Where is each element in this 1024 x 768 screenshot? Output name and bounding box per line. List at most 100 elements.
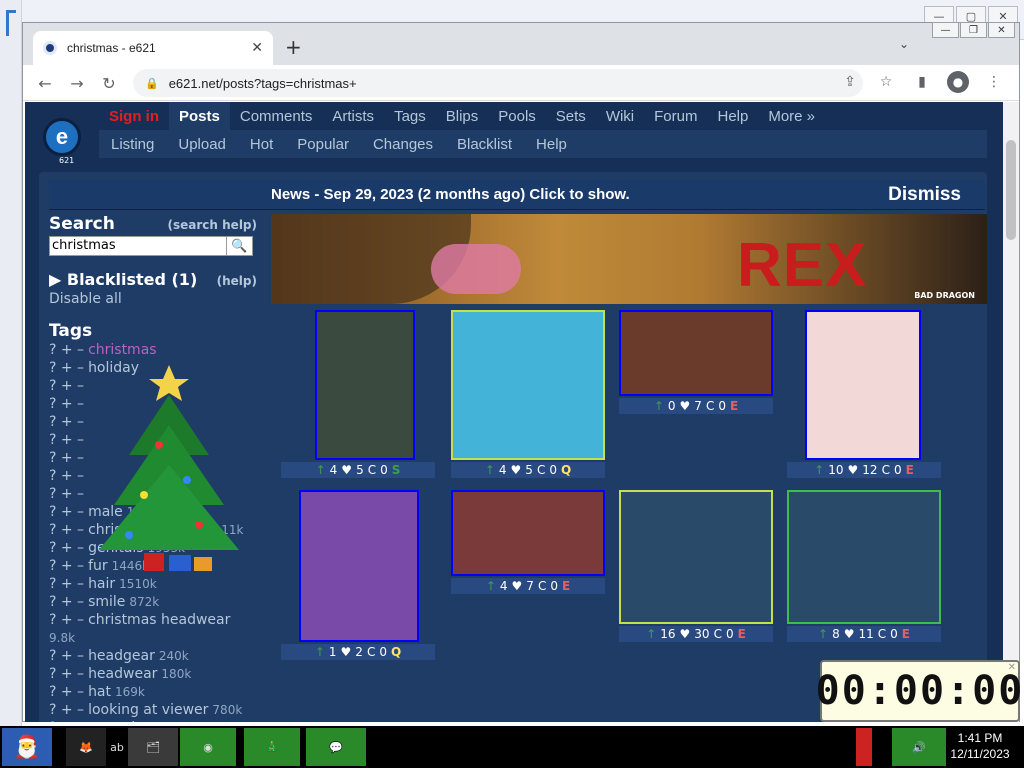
nav-blips[interactable]: Blips	[436, 102, 489, 130]
lock-icon[interactable]: 🔒	[145, 77, 159, 90]
minimize-icon[interactable]: —	[932, 22, 959, 38]
scrollbar-thumb[interactable]	[1006, 140, 1016, 240]
nav-artists[interactable]: Artists	[322, 102, 384, 130]
tag-name-link[interactable]: smile	[88, 594, 125, 610]
tag-actions[interactable]: ? + –	[49, 360, 84, 376]
post-thumbnail[interactable]: ↑ 8 ♥ 11 C 0 E	[787, 490, 941, 644]
address-bar[interactable]: 🔒 e621.net/posts?tags=christmas+	[133, 69, 863, 97]
e621-logo[interactable]: e 621	[39, 112, 89, 165]
tag-actions[interactable]: ? + –	[49, 522, 84, 538]
christmas-tree-app-icon[interactable]: 🎄	[244, 728, 300, 766]
post-image[interactable]	[619, 310, 773, 396]
profile-avatar-icon[interactable]: ●	[947, 71, 969, 93]
subnav-hot[interactable]: Hot	[238, 136, 285, 153]
subnav-upload[interactable]: Upload	[166, 136, 238, 153]
tag-name-link[interactable]: looking at viewer	[88, 702, 208, 718]
new-tab-icon[interactable]: +	[285, 35, 302, 59]
tag-actions[interactable]: ? + –	[49, 396, 84, 412]
restore-icon[interactable]: ❐	[960, 22, 987, 38]
subnav-changes[interactable]: Changes	[361, 136, 445, 153]
post-thumbnail[interactable]: ↑ 0 ♥ 7 C 0 E	[619, 310, 773, 416]
nav-wiki[interactable]: Wiki	[596, 102, 644, 130]
search-icon[interactable]: 🔍	[227, 236, 253, 256]
post-thumbnail[interactable]: ↑ 4 ♥ 5 C 0 Q	[451, 310, 605, 480]
page-scrollbar[interactable]	[1003, 102, 1019, 722]
nav-tags[interactable]: Tags	[384, 102, 436, 130]
dismiss-button[interactable]: Dismiss	[888, 184, 961, 206]
nav-pools[interactable]: Pools	[488, 102, 546, 130]
tag-actions[interactable]: ? + –	[49, 468, 84, 484]
reload-icon[interactable]: ↻	[97, 71, 121, 95]
tray-network-volume-icon[interactable]: 🔊	[892, 728, 946, 766]
file-explorer-icon[interactable]: 🗂	[128, 728, 178, 766]
tag-actions[interactable]: ? + –	[49, 648, 84, 664]
tag-name-link[interactable]: christmas headwear	[88, 612, 230, 628]
messenger-icon[interactable]: 💬	[306, 728, 366, 766]
subnav-blacklist[interactable]: Blacklist	[445, 136, 524, 153]
tag-actions[interactable]: ? + –	[49, 594, 84, 610]
post-thumbnail[interactable]: ↑ 4 ♥ 7 C 0 E	[451, 490, 605, 596]
subnav-popular[interactable]: Popular	[285, 136, 361, 153]
tab-search-chevron-icon[interactable]: ⌄	[899, 37, 909, 51]
timer-close-icon[interactable]: ✕	[1008, 662, 1016, 673]
tag-name-link[interactable]: hat	[88, 684, 111, 700]
post-image[interactable]	[315, 310, 415, 460]
bookmark-star-icon[interactable]: ☆	[875, 71, 897, 93]
tag-actions[interactable]: ? + –	[49, 540, 84, 556]
post-thumbnail[interactable]: ↑ 10 ♥ 12 C 0 E	[787, 310, 941, 480]
chrome-icon[interactable]: ◉	[180, 728, 236, 766]
tray-red-icon[interactable]	[856, 728, 872, 766]
post-thumbnail[interactable]: ↑ 16 ♥ 30 C 0 E	[619, 490, 773, 644]
post-image[interactable]	[787, 490, 941, 624]
tag-actions[interactable]: ? + –	[49, 450, 84, 466]
post-thumbnail[interactable]: ↑ 4 ♥ 5 C 0 S	[281, 310, 435, 480]
share-icon[interactable]: ⇪	[839, 71, 861, 93]
post-image[interactable]	[451, 310, 605, 460]
tag-actions[interactable]: ? + –	[49, 504, 84, 520]
search-input[interactable]: christmas	[49, 236, 227, 256]
tag-actions[interactable]: ? + –	[49, 720, 84, 722]
tag-actions[interactable]: ? + –	[49, 702, 84, 718]
search-help-link[interactable]: (search help)	[168, 218, 257, 232]
timer-widget[interactable]: 00:00:00 ✕	[816, 660, 1022, 722]
tag-actions[interactable]: ? + –	[49, 432, 84, 448]
tag-actions[interactable]: ? + –	[49, 486, 84, 502]
tag-name-link[interactable]: headwear	[88, 666, 157, 682]
taskbar-clock[interactable]: 1:41 PM 12/11/2023	[940, 730, 1020, 762]
nav-posts[interactable]: Posts	[169, 102, 230, 130]
post-thumbnail[interactable]: ↑ 1 ♥ 2 C 0 Q	[281, 490, 435, 662]
menu-kebab-icon[interactable]: ⋮	[983, 71, 1005, 93]
start-button-santa-icon[interactable]: 🎅	[2, 728, 52, 766]
tab-close-icon[interactable]: ✕	[251, 40, 263, 56]
nav-forum[interactable]: Forum	[644, 102, 707, 130]
nav-sign-in[interactable]: Sign in	[99, 102, 169, 130]
subnav-help[interactable]: Help	[524, 136, 579, 153]
tag-name-link[interactable]: santa hat	[88, 720, 154, 722]
tag-actions[interactable]: ? + –	[49, 684, 84, 700]
news-text[interactable]: News - Sep 29, 2023 (2 months ago) Click…	[271, 186, 630, 203]
tag-actions[interactable]: ? + –	[49, 666, 84, 682]
nav-sets[interactable]: Sets	[546, 102, 596, 130]
firefox-icon[interactable]: 🦊	[66, 728, 106, 766]
forward-arrow-icon[interactable]: →	[65, 71, 89, 95]
disable-all-link[interactable]: Disable all	[49, 291, 257, 307]
nav-help[interactable]: Help	[707, 102, 758, 130]
close-icon[interactable]: ✕	[988, 22, 1015, 38]
tag-actions[interactable]: ? + –	[49, 414, 84, 430]
tag-actions[interactable]: ? + –	[49, 342, 84, 358]
tag-actions[interactable]: ? + –	[49, 612, 84, 628]
post-image[interactable]	[299, 490, 419, 642]
ad-banner[interactable]: REX BAD DRAGON	[271, 214, 987, 304]
side-panel-icon[interactable]: ▮	[911, 71, 933, 93]
tag-actions[interactable]: ? + –	[49, 576, 84, 592]
tab-christmas[interactable]: christmas - e621 ✕	[33, 31, 273, 65]
back-arrow-icon[interactable]: ←	[33, 71, 57, 95]
nav-more[interactable]: More »	[758, 102, 825, 130]
news-bar[interactable]: News - Sep 29, 2023 (2 months ago) Click…	[49, 180, 985, 210]
post-image[interactable]	[619, 490, 773, 624]
post-image[interactable]	[805, 310, 921, 460]
tag-actions[interactable]: ? + –	[49, 558, 84, 574]
blacklist-help-link[interactable]: (help)	[217, 274, 257, 288]
tag-name-link[interactable]: headgear	[88, 648, 155, 664]
tag-actions[interactable]: ? + –	[49, 378, 84, 394]
